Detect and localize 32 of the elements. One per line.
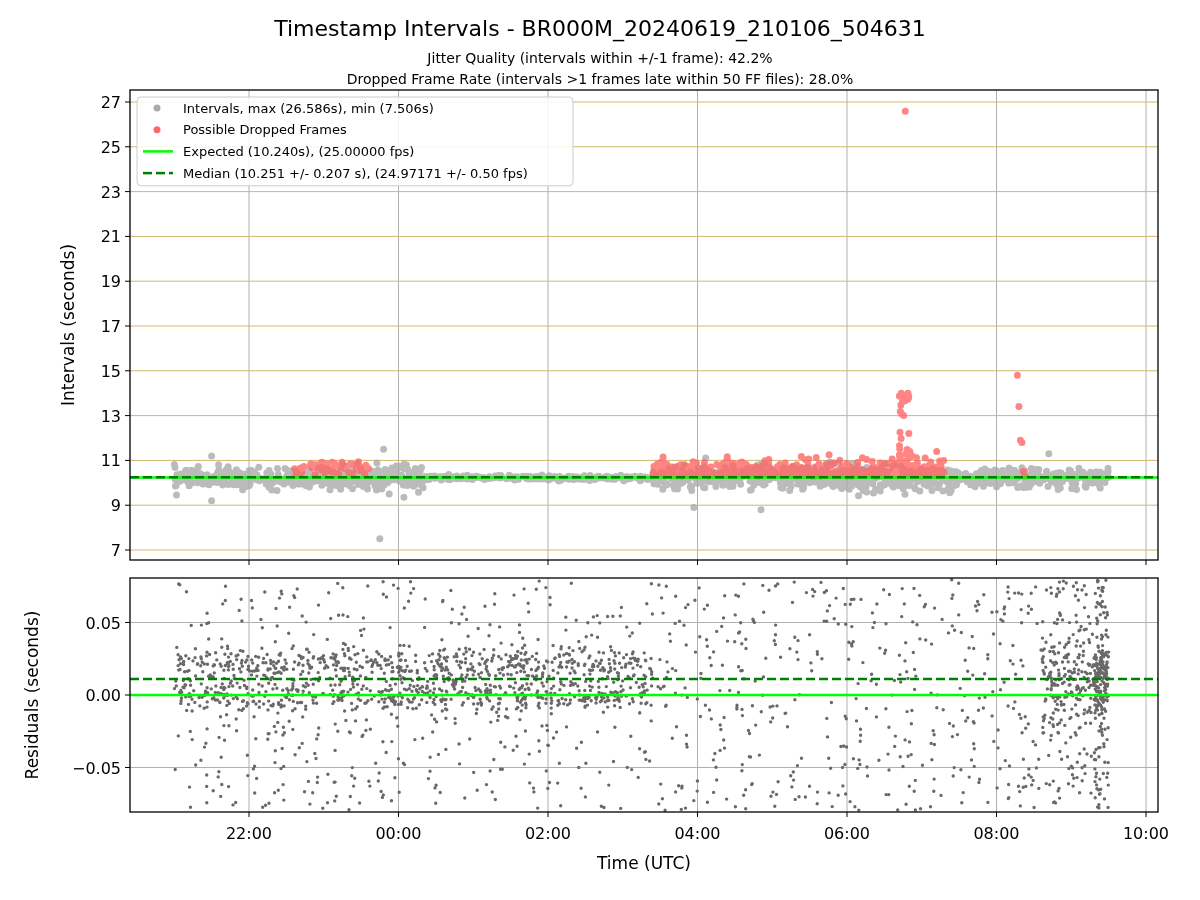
y-tick-label: 19 [100,272,121,292]
y-tick-label: 7 [110,541,121,560]
chart-subtitle: Jitter Quality (intervals within +/-1 frame): 42.2% [427,50,773,66]
chart-subtitle: Dropped Frame Rate (intervals >1 frames late within 50 FF files): 28.0% [346,71,854,87]
x-tick-label: 00:00 [375,824,422,843]
y-tick-label: 0.05 [85,613,121,633]
y-tick-label: 17 [100,317,121,336]
y-tick-label: 15 [100,361,121,381]
y-tick-label: 21 [100,227,121,247]
y-tick-label: 11 [100,451,121,471]
y-tick-label: 25 [100,137,121,157]
y-tick-label: 23 [100,182,121,202]
chart-title: Timestamp Intervals - BR000M_20240619_210106_504631 [274,16,926,41]
x-tick-label: 22:00 [225,824,273,843]
y-tick-label: 9 [110,496,121,516]
y-tick-label: 13 [100,406,121,426]
x-tick-label: 04:00 [674,824,721,843]
legend-label: Median (10.251 +/- 0.207 s), (24.97171 +/- 0.50 fps) [183,165,528,181]
legend-label: Expected (10.240s), (25.00000 fps) [183,143,415,159]
y-axis-label: Residuals (seconds) [22,610,42,780]
legend-label: Intervals, max (26.586s), min (7.506s) [183,100,434,116]
legend-label: Possible Dropped Frames [183,122,347,138]
x-tick-label: 02:00 [524,824,572,843]
x-tick-label: 10:00 [1122,824,1170,843]
x-axis-label: Time (UTC) [597,853,691,873]
y-tick-label: 0.00 [85,686,121,705]
outlier-point [901,107,909,115]
y-tick-label: 27 [100,93,121,112]
x-tick-label: 06:00 [823,824,871,843]
x-tick-label: 08:00 [973,824,1020,843]
y-axis-label: Intervals (seconds) [58,243,78,407]
y-tick-label: −0.05 [71,758,121,778]
